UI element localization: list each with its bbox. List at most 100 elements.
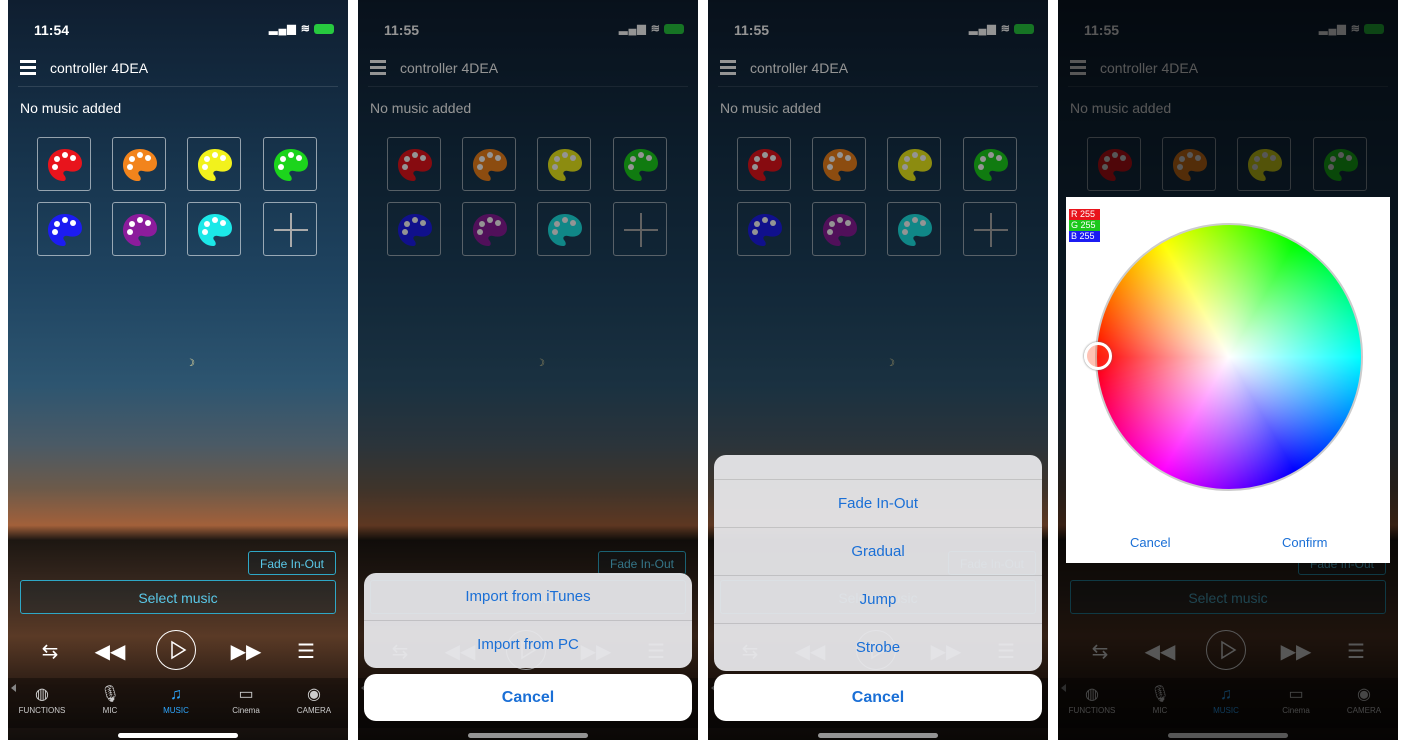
status-icons: ▂▄▆ ≋ bbox=[619, 22, 684, 35]
select-music-button[interactable]: Select music bbox=[20, 580, 336, 614]
color-preset-tile[interactable] bbox=[37, 137, 91, 191]
menu-icon[interactable] bbox=[370, 60, 386, 76]
color-preset-tile[interactable] bbox=[1237, 137, 1291, 191]
confirm-button[interactable]: Confirm bbox=[1282, 535, 1328, 550]
mode-option[interactable]: Strobe bbox=[714, 623, 1042, 671]
import-option[interactable]: Import from PC bbox=[364, 620, 692, 668]
color-preset-tile[interactable] bbox=[112, 137, 166, 191]
music-icon: ♫ bbox=[1220, 686, 1232, 703]
mode-option[interactable]: Fade In-Out bbox=[714, 479, 1042, 527]
color-preset-tile[interactable] bbox=[387, 137, 441, 191]
playlist-icon[interactable]: ☰ bbox=[284, 630, 328, 674]
mic-icon: 🎙 bbox=[1149, 686, 1171, 703]
moon-decoration: ☽ bbox=[186, 358, 195, 369]
status-icons: ▂▄▆ ≋ bbox=[1319, 22, 1384, 35]
color-preset-tile[interactable] bbox=[537, 202, 591, 256]
mode-option[interactable]: Gradual bbox=[714, 527, 1042, 575]
color-preset-tile[interactable] bbox=[613, 137, 667, 191]
palette-icon bbox=[1324, 149, 1358, 181]
select-music-button[interactable]: Select music bbox=[1070, 580, 1386, 614]
color-preset-tile[interactable] bbox=[1313, 137, 1367, 191]
plus-icon bbox=[272, 211, 310, 249]
screen-color-picker: 11:55 ▂▄▆ ≋ controller 4DEA No music add… bbox=[1058, 0, 1398, 740]
cancel-button[interactable]: Cancel bbox=[714, 674, 1042, 721]
tab-mic[interactable]: 🎙 MIC bbox=[78, 684, 142, 715]
menu-icon[interactable] bbox=[1070, 60, 1086, 76]
tab-functions[interactable]: ◍ FUNCTIONS bbox=[1060, 684, 1124, 715]
status-time: 11:54 bbox=[34, 22, 70, 38]
cancel-button[interactable]: Cancel bbox=[364, 674, 692, 721]
functions-icon: ◍ bbox=[1085, 686, 1099, 703]
screen-main: 11:54 ▂▄▆ ≋ controller 4DEA No music add… bbox=[8, 0, 348, 740]
color-preset-tile[interactable] bbox=[537, 137, 591, 191]
menu-icon[interactable] bbox=[720, 60, 736, 76]
fast-forward-icon[interactable]: ▶▶ bbox=[224, 630, 268, 674]
color-preset-tile[interactable] bbox=[187, 137, 241, 191]
color-preset-tile[interactable] bbox=[462, 202, 516, 256]
tab-label: Cinema bbox=[232, 706, 260, 715]
color-preset-tile[interactable] bbox=[963, 137, 1017, 191]
tab-label: CAMERA bbox=[296, 706, 332, 715]
tab-mic[interactable]: 🎙 MIC bbox=[1128, 684, 1192, 715]
play-button[interactable] bbox=[1206, 630, 1246, 670]
palette-icon bbox=[123, 149, 157, 181]
home-indicator bbox=[468, 733, 588, 738]
color-preset-tile[interactable] bbox=[737, 202, 791, 256]
camera-icon: ◉ bbox=[1357, 686, 1371, 703]
tab-cinema[interactable]: ▭ Cinema bbox=[214, 684, 278, 715]
mode-button[interactable]: Fade In-Out bbox=[248, 551, 336, 575]
repeat-icon[interactable]: ⇆ bbox=[28, 630, 72, 674]
color-preset-tile[interactable] bbox=[887, 202, 941, 256]
no-music-label: No music added bbox=[1070, 100, 1172, 116]
sheet-header bbox=[714, 455, 1042, 479]
add-color-tile[interactable] bbox=[263, 202, 317, 256]
tab-label: FUNCTIONS bbox=[1068, 706, 1116, 715]
palette-icon bbox=[274, 149, 308, 181]
tab-music[interactable]: ♫ MUSIC bbox=[1194, 684, 1258, 715]
music-icon: ♫ bbox=[170, 686, 182, 703]
color-preset-tile[interactable] bbox=[112, 202, 166, 256]
tab-music[interactable]: ♫ MUSIC bbox=[144, 684, 208, 715]
palette-icon bbox=[748, 214, 782, 246]
import-option[interactable]: Import from iTunes bbox=[364, 573, 692, 620]
palette-icon bbox=[1248, 149, 1282, 181]
color-preset-tile[interactable] bbox=[887, 137, 941, 191]
tab-camera[interactable]: ◉ CAMERA bbox=[282, 684, 346, 715]
palette-icon bbox=[48, 214, 82, 246]
rewind-icon[interactable]: ◀◀ bbox=[88, 630, 132, 674]
mode-option[interactable]: Jump bbox=[714, 575, 1042, 623]
tab-label: MUSIC bbox=[163, 706, 189, 715]
no-music-label: No music added bbox=[370, 100, 472, 116]
color-preset-tile[interactable] bbox=[1162, 137, 1216, 191]
color-preset-tile[interactable] bbox=[737, 137, 791, 191]
color-preset-tile[interactable] bbox=[812, 202, 866, 256]
color-preset-tile[interactable] bbox=[37, 202, 91, 256]
color-wheel[interactable] bbox=[1095, 223, 1363, 491]
status-bar: 11:55 ▂▄▆ ≋ bbox=[730, 20, 1034, 40]
tab-camera[interactable]: ◉ CAMERA bbox=[1332, 684, 1396, 715]
fast-forward-icon[interactable]: ▶▶ bbox=[1274, 630, 1318, 674]
rewind-icon[interactable]: ◀◀ bbox=[1138, 630, 1182, 674]
color-picker-handle[interactable] bbox=[1084, 342, 1112, 370]
color-preset-tile[interactable] bbox=[387, 202, 441, 256]
header-divider bbox=[1068, 86, 1388, 87]
header-divider bbox=[18, 86, 338, 87]
add-color-tile[interactable] bbox=[963, 202, 1017, 256]
color-preset-tile[interactable] bbox=[1087, 137, 1141, 191]
app-header: controller 4DEA bbox=[20, 58, 336, 82]
color-preset-tile[interactable] bbox=[187, 202, 241, 256]
cancel-button[interactable]: Cancel bbox=[1130, 535, 1170, 550]
play-button[interactable] bbox=[156, 630, 196, 670]
repeat-icon[interactable]: ⇆ bbox=[1078, 630, 1122, 674]
tab-label: MUSIC bbox=[1213, 706, 1239, 715]
color-preset-tile[interactable] bbox=[812, 137, 866, 191]
add-color-tile[interactable] bbox=[613, 202, 667, 256]
color-preset-tile[interactable] bbox=[263, 137, 317, 191]
color-preset-tile[interactable] bbox=[462, 137, 516, 191]
tab-functions[interactable]: ◍ FUNCTIONS bbox=[10, 684, 74, 715]
playlist-icon[interactable]: ☰ bbox=[1334, 630, 1378, 674]
mode-button[interactable]: Fade In-Out bbox=[598, 551, 686, 575]
tab-cinema[interactable]: ▭ Cinema bbox=[1264, 684, 1328, 715]
menu-icon[interactable] bbox=[20, 60, 36, 76]
mic-icon: 🎙 bbox=[99, 686, 121, 703]
